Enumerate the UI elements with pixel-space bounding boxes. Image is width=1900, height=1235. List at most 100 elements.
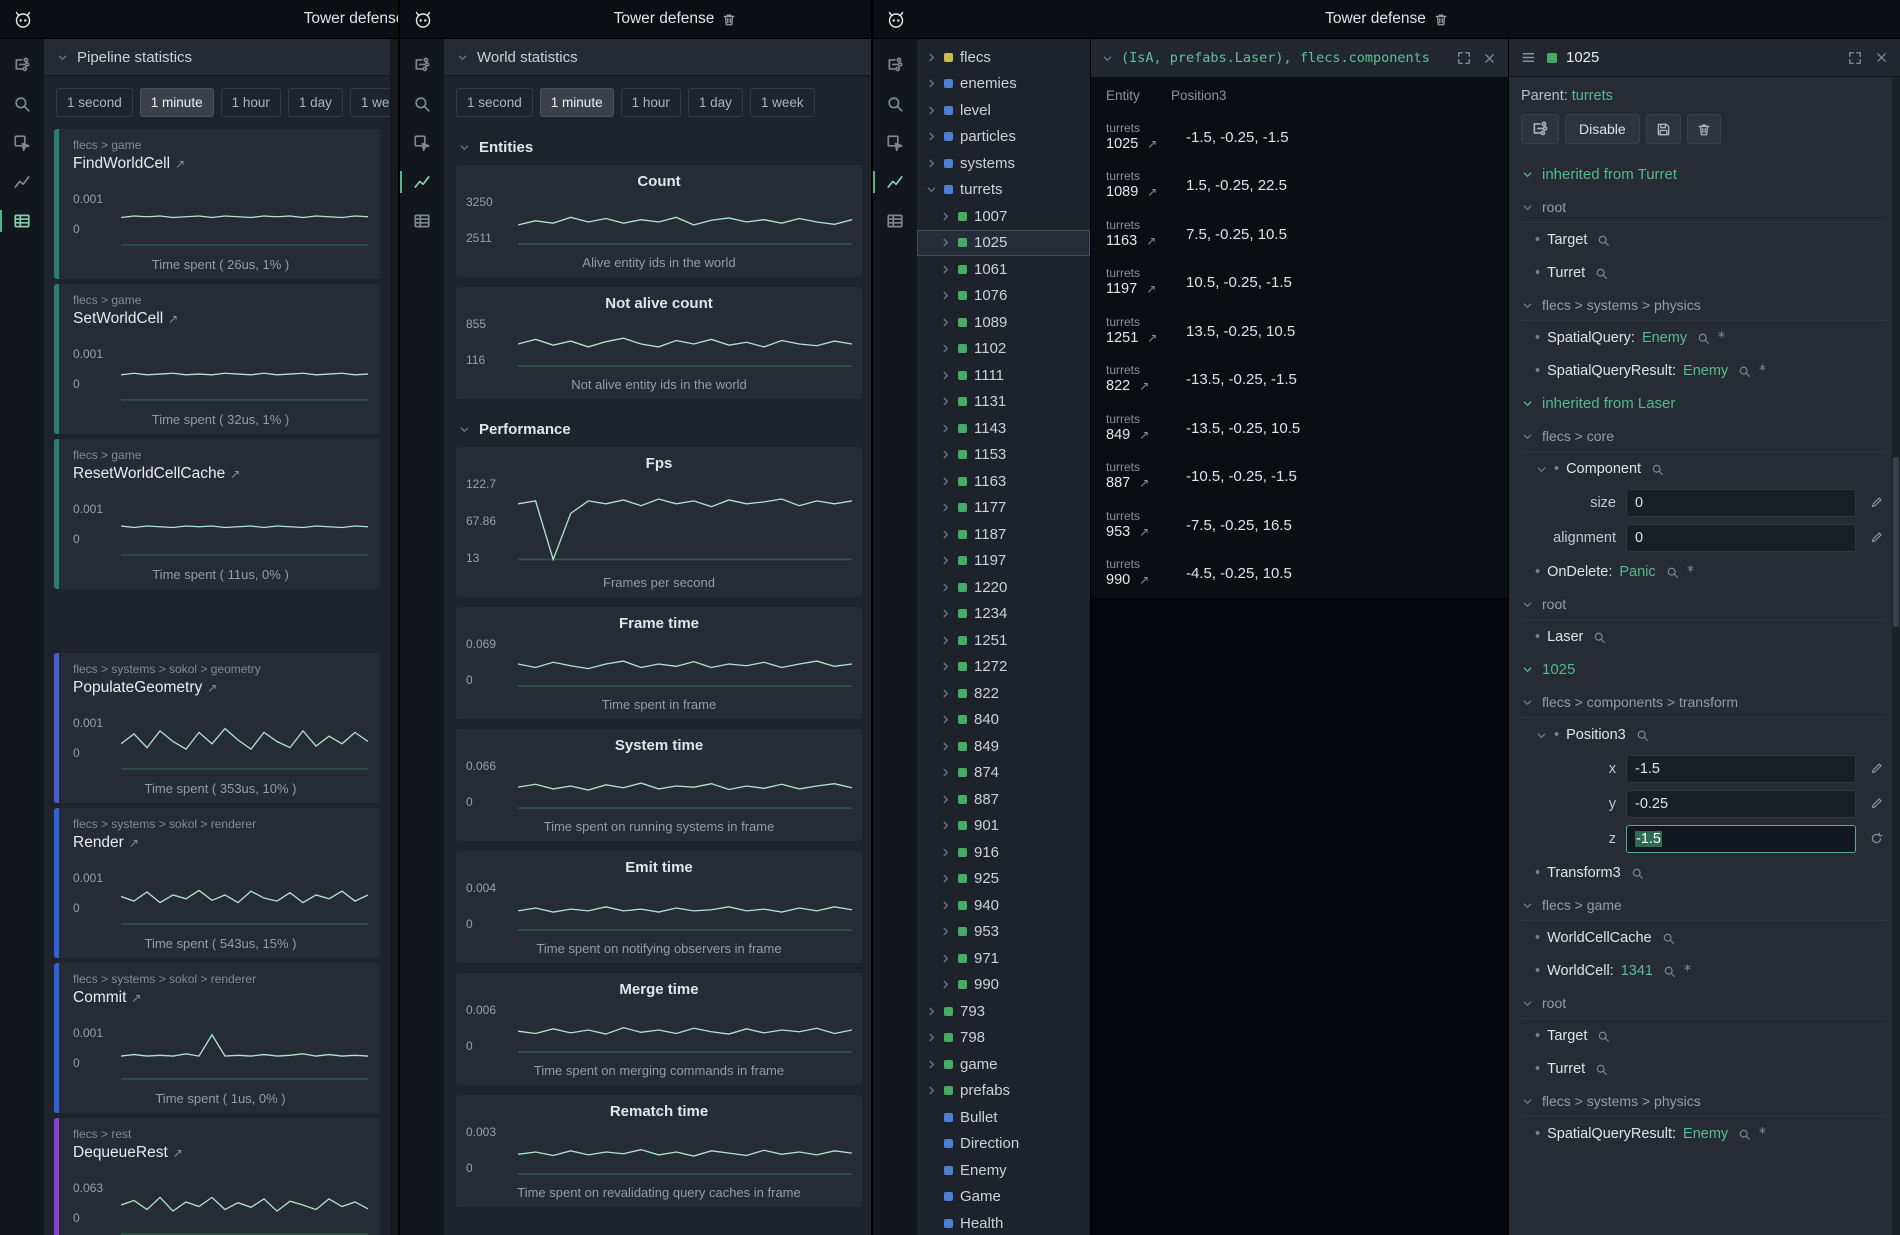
- search-icon[interactable]: [1636, 729, 1649, 742]
- field-input-size[interactable]: 0: [1626, 489, 1856, 517]
- tree-item-Game[interactable]: Game: [917, 1184, 1090, 1211]
- delete-button[interactable]: [1687, 114, 1721, 144]
- inspector-group-header[interactable]: root: [1521, 987, 1886, 1019]
- inspector-group-header[interactable]: flecs > core: [1521, 420, 1886, 452]
- chevron-icon[interactable]: [925, 1032, 937, 1043]
- tree-item-1089[interactable]: 1089: [917, 309, 1090, 336]
- search-icon[interactable]: [1631, 867, 1644, 880]
- tree-item-enemies[interactable]: enemies: [917, 71, 1090, 98]
- time-range-1-week[interactable]: 1 week: [350, 88, 390, 117]
- entity-cell[interactable]: turrets1089 ↗: [1091, 170, 1171, 201]
- entity-cell[interactable]: turrets953 ↗: [1091, 510, 1171, 541]
- component-row[interactable]: •Target: [1521, 1019, 1886, 1052]
- section-header[interactable]: Entities: [446, 127, 872, 165]
- tree-item-systems[interactable]: systems: [917, 150, 1090, 177]
- inspector-group-header[interactable]: root: [1521, 588, 1886, 620]
- chevron-icon[interactable]: [939, 688, 951, 699]
- tree-item-1153[interactable]: 1153: [917, 442, 1090, 469]
- close-icon[interactable]: [1873, 49, 1890, 66]
- component-row[interactable]: •OnDelete:Panic: [1521, 555, 1886, 588]
- tree-item-822[interactable]: 822: [917, 680, 1090, 707]
- card-title-link[interactable]: SetWorldCell↗: [73, 310, 368, 328]
- tree-item-1272[interactable]: 1272: [917, 654, 1090, 681]
- time-range-1-second[interactable]: 1 second: [456, 88, 533, 117]
- tree-item-990[interactable]: 990: [917, 972, 1090, 999]
- inspector-group-header[interactable]: root: [1521, 191, 1886, 223]
- component-row[interactable]: •WorldCellCache: [1521, 921, 1886, 954]
- panel-header[interactable]: Pipeline statistics: [44, 39, 390, 76]
- tree-item-1076[interactable]: 1076: [917, 283, 1090, 310]
- chevron-icon[interactable]: [939, 661, 951, 672]
- chevron-icon[interactable]: [939, 979, 951, 990]
- chevron-icon[interactable]: [939, 502, 951, 513]
- chevron-icon[interactable]: [939, 900, 951, 911]
- outliner-icon[interactable]: [879, 49, 911, 81]
- component-value-link[interactable]: Enemy: [1642, 330, 1687, 346]
- field-input-y[interactable]: -0.25: [1626, 790, 1856, 818]
- query-result-row-822[interactable]: turrets822 ↗-13.5, -0.25, -1.5: [1091, 356, 1508, 405]
- tree-item-1177[interactable]: 1177: [917, 495, 1090, 522]
- chevron-icon[interactable]: [925, 1006, 937, 1017]
- edit-icon[interactable]: [1866, 531, 1886, 544]
- chevron-icon[interactable]: [925, 158, 937, 169]
- search-icon[interactable]: [879, 88, 911, 120]
- chevron-icon[interactable]: [939, 794, 951, 805]
- entity-cell[interactable]: turrets1197 ↗: [1091, 267, 1171, 298]
- component-value-link[interactable]: 1341: [1621, 963, 1653, 979]
- entity-cell[interactable]: turrets822 ↗: [1091, 364, 1171, 395]
- scrollbar[interactable]: [1892, 77, 1900, 1235]
- entity-cell[interactable]: turrets1163 ↗: [1091, 219, 1171, 250]
- chevron-icon[interactable]: [939, 608, 951, 619]
- asterisk-icon[interactable]: [1683, 963, 1692, 972]
- search-icon[interactable]: [1593, 631, 1606, 644]
- search-icon[interactable]: [6, 88, 38, 120]
- tree-item-prefabs[interactable]: prefabs: [917, 1078, 1090, 1105]
- expand-icon[interactable]: [1455, 49, 1473, 67]
- delete-world-icon[interactable]: [1434, 12, 1448, 27]
- chart-icon[interactable]: [6, 166, 38, 198]
- chevron-icon[interactable]: [939, 396, 951, 407]
- search-icon[interactable]: [1595, 267, 1608, 280]
- tree-item-1234[interactable]: 1234: [917, 601, 1090, 628]
- chevron-icon[interactable]: [939, 635, 951, 646]
- query-result-row-1197[interactable]: turrets1197 ↗10.5, -0.25, -1.5: [1091, 259, 1508, 308]
- field-input-x[interactable]: -1.5: [1626, 755, 1856, 783]
- tree-item-901[interactable]: 901: [917, 813, 1090, 840]
- tree-item-level[interactable]: level: [917, 97, 1090, 124]
- tree-item-849[interactable]: 849: [917, 733, 1090, 760]
- chevron-down-icon[interactable]: [1535, 465, 1547, 474]
- tree-item-flecs[interactable]: flecs: [917, 44, 1090, 71]
- edit-icon[interactable]: [1866, 762, 1886, 775]
- tree-item-916[interactable]: 916: [917, 839, 1090, 866]
- tree-item-887[interactable]: 887: [917, 786, 1090, 813]
- tree-item-Direction[interactable]: Direction: [917, 1131, 1090, 1158]
- query-result-row-953[interactable]: turrets953 ↗-7.5, -0.25, 16.5: [1091, 501, 1508, 550]
- card-title-link[interactable]: ResetWorldCellCache↗: [73, 465, 368, 483]
- chevron-icon[interactable]: [939, 767, 951, 778]
- query-result-row-887[interactable]: turrets887 ↗-10.5, -0.25, -1.5: [1091, 453, 1508, 502]
- panel-header[interactable]: World statistics: [444, 39, 874, 76]
- chevron-icon[interactable]: [939, 953, 951, 964]
- tree-item-1025[interactable]: 1025: [917, 230, 1090, 257]
- chevron-icon[interactable]: [939, 211, 951, 222]
- entity-cell[interactable]: turrets1251 ↗: [1091, 316, 1171, 347]
- asterisk-icon[interactable]: [1686, 564, 1695, 573]
- chevron-icon[interactable]: [925, 78, 937, 89]
- inspect-icon[interactable]: [406, 127, 438, 159]
- inspector-group-header[interactable]: flecs > game: [1521, 889, 1886, 921]
- outliner-icon[interactable]: [406, 49, 438, 81]
- tree-item-1220[interactable]: 1220: [917, 574, 1090, 601]
- query-result-row-1089[interactable]: turrets1089 ↗1.5, -0.25, 22.5: [1091, 162, 1508, 211]
- chevron-icon[interactable]: [925, 1085, 937, 1096]
- entity-cell[interactable]: turrets1025 ↗: [1091, 122, 1171, 153]
- card-title-link[interactable]: Commit↗: [73, 989, 368, 1007]
- inspector-group-header[interactable]: flecs > systems > physics: [1521, 289, 1886, 321]
- inspector-group-header[interactable]: flecs > components > transform: [1521, 686, 1886, 718]
- component-row[interactable]: •SpatialQueryResult:Enemy: [1521, 354, 1886, 387]
- entity-cell[interactable]: turrets887 ↗: [1091, 461, 1171, 492]
- tree-item-turrets[interactable]: turrets: [917, 177, 1090, 204]
- edit-icon[interactable]: [1866, 797, 1886, 810]
- delete-world-icon[interactable]: [722, 12, 736, 27]
- tree-item-1143[interactable]: 1143: [917, 415, 1090, 442]
- time-range-1-hour[interactable]: 1 hour: [221, 88, 281, 117]
